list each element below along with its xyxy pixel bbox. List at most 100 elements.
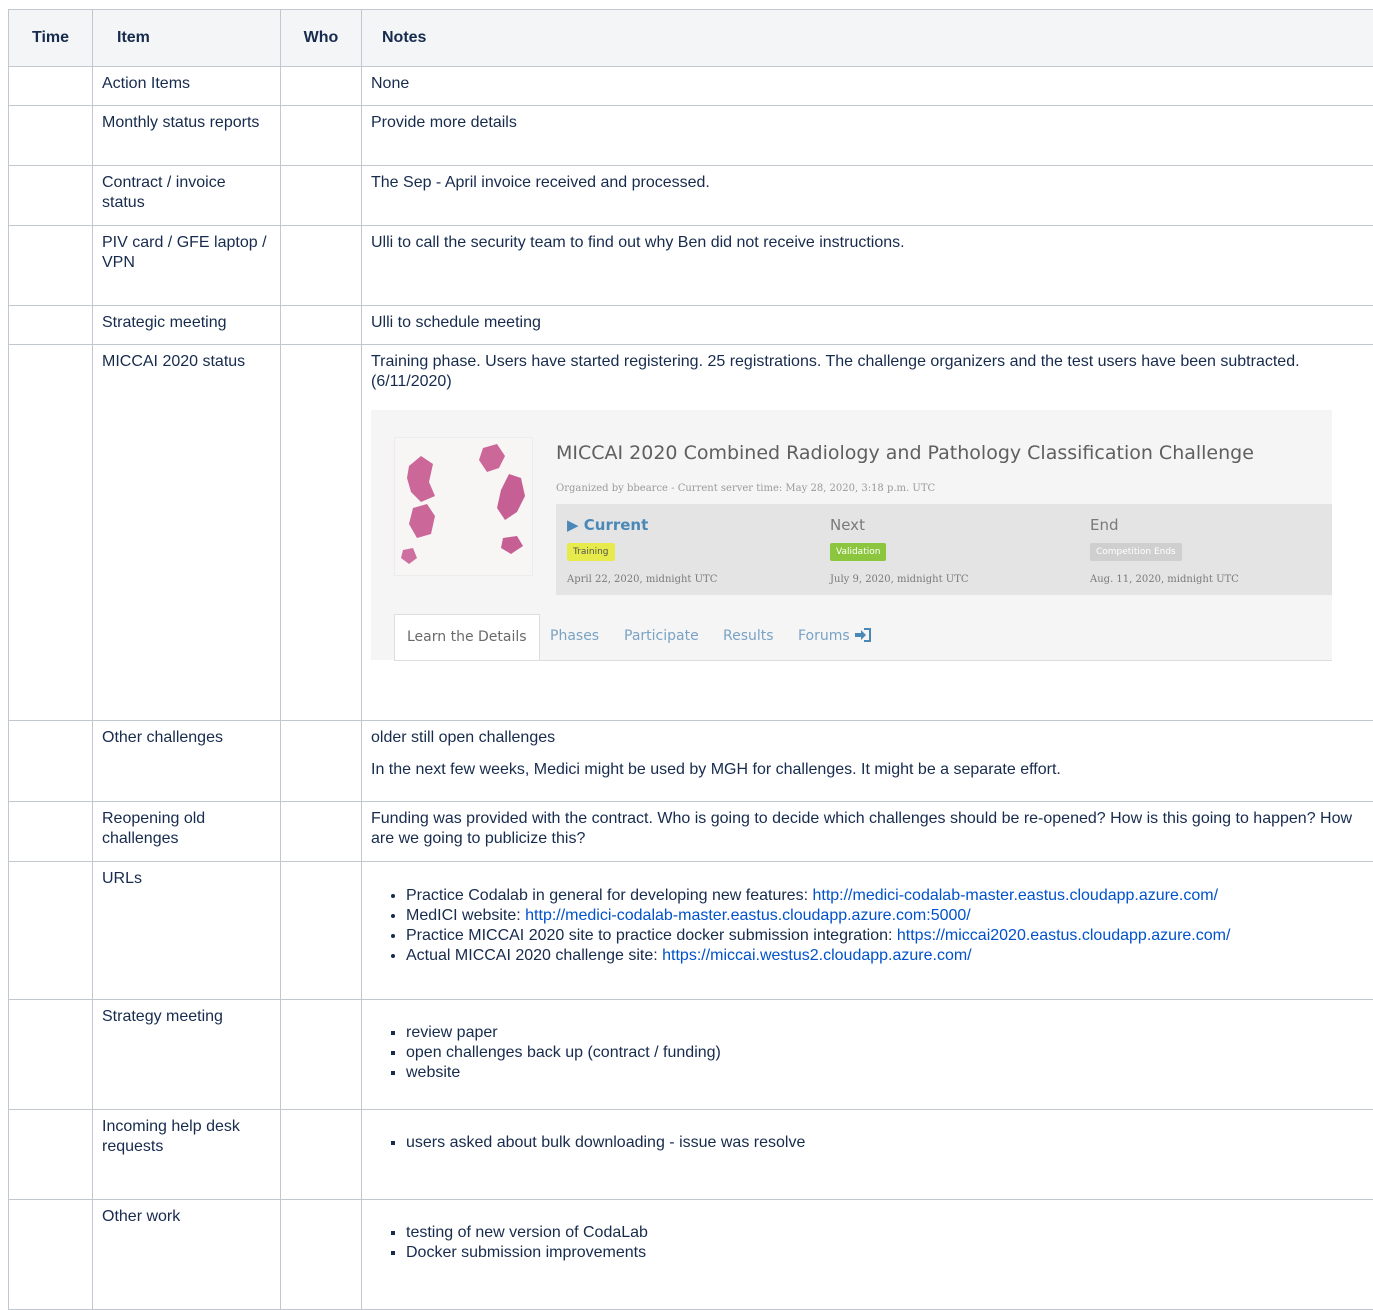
time-cell	[9, 1000, 93, 1110]
table-row: Action Items None	[9, 67, 1373, 106]
challenge-tabs: Learn the Details Phases Participate Res…	[394, 614, 1332, 661]
item-cell: URLs	[93, 862, 281, 1000]
bullet-list: review paper open challenges back up (co…	[371, 1023, 1364, 1083]
phase-badge: Competition Ends	[1090, 543, 1182, 561]
item-cell: PIV card / GFE laptop / VPN	[93, 226, 281, 306]
phase-bar: ▶ Current Training April 22, 2020, midni…	[556, 504, 1332, 595]
note-text: Training phase. Users have started regis…	[371, 352, 1364, 392]
list-item: review paper	[406, 1023, 1364, 1043]
note-text: older still open challenges	[371, 728, 1364, 748]
challenge-screenshot: MICCAI 2020 Combined Radiology and Patho…	[371, 410, 1332, 660]
time-cell	[9, 67, 93, 106]
header-item: Item	[93, 10, 281, 67]
phase-label: ▶ Current	[567, 515, 648, 535]
time-cell	[9, 862, 93, 1000]
item-cell: Other work	[93, 1200, 281, 1310]
who-cell	[281, 721, 362, 802]
who-cell	[281, 1000, 362, 1110]
list-item: open challenges back up (contract / fund…	[406, 1043, 1364, 1063]
table-row: Strategic meeting Ulli to schedule meeti…	[9, 306, 1373, 345]
phase-badge: Training	[567, 543, 615, 561]
table-row: Strategy meeting review paper open chall…	[9, 1000, 1373, 1110]
time-cell	[9, 226, 93, 306]
who-cell	[281, 226, 362, 306]
table-row: MICCAI 2020 status Training phase. Users…	[9, 345, 1373, 721]
tab-results[interactable]: Results	[723, 614, 774, 659]
table-row: PIV card / GFE laptop / VPN Ulli to call…	[9, 226, 1373, 306]
item-cell: MICCAI 2020 status	[93, 345, 281, 721]
who-cell	[281, 106, 362, 166]
notes-cell: review paper open challenges back up (co…	[362, 1000, 1373, 1110]
challenge-logo-image	[394, 437, 533, 576]
list-item: Actual MICCAI 2020 challenge site: https…	[406, 946, 1364, 966]
notes-cell: None	[362, 67, 1373, 106]
note-text: Ulli to call the security team to find o…	[371, 233, 1364, 253]
item-cell: Contract / invoice status	[93, 166, 281, 226]
tab-learn-the-details[interactable]: Learn the Details	[394, 614, 540, 660]
notes-cell: Practice Codalab in general for developi…	[362, 862, 1373, 1000]
table-row: Other work testing of new version of Cod…	[9, 1200, 1373, 1310]
notes-cell: testing of new version of CodaLab Docker…	[362, 1200, 1373, 1310]
list-item: Practice MICCAI 2020 site to practice do…	[406, 926, 1364, 946]
header-time: Time	[9, 10, 93, 67]
actual-miccai-link[interactable]: https://miccai.westus2.cloudapp.azure.co…	[662, 947, 971, 964]
item-cell: Reopening old challenges	[93, 802, 281, 862]
notes-cell: older still open challenges In the next …	[362, 721, 1373, 802]
notes-cell: Provide more details	[362, 106, 1373, 166]
challenge-subtitle: Organized by bbearce - Current server ti…	[556, 479, 935, 499]
table-row: Contract / invoice status The Sep - Apri…	[9, 166, 1373, 226]
practice-miccai-link[interactable]: https://miccai2020.eastus.cloudapp.azure…	[897, 927, 1231, 944]
table-row: Monthly status reports Provide more deta…	[9, 106, 1373, 166]
medici-website-link[interactable]: http://medici-codalab-master.eastus.clou…	[525, 907, 971, 924]
who-cell	[281, 345, 362, 721]
item-cell: Monthly status reports	[93, 106, 281, 166]
who-cell	[281, 306, 362, 345]
notes-cell: The Sep - April invoice received and pro…	[362, 166, 1373, 226]
time-cell	[9, 1110, 93, 1200]
item-cell: Strategic meeting	[93, 306, 281, 345]
link-description: Actual MICCAI 2020 challenge site:	[406, 947, 662, 964]
list-item: testing of new version of CodaLab	[406, 1223, 1364, 1243]
challenge-title: MICCAI 2020 Combined Radiology and Patho…	[556, 443, 1254, 463]
notes-cell: Ulli to call the security team to find o…	[362, 226, 1373, 306]
link-description: Practice Codalab in general for developi…	[406, 887, 812, 904]
url-list: Practice Codalab in general for developi…	[371, 886, 1364, 966]
note-text: None	[371, 74, 1364, 94]
who-cell	[281, 1110, 362, 1200]
time-cell	[9, 721, 93, 802]
who-cell	[281, 67, 362, 106]
phase-label: Next	[830, 515, 865, 535]
who-cell	[281, 862, 362, 1000]
item-cell: Other challenges	[93, 721, 281, 802]
note-text: In the next few weeks, Medici might be u…	[371, 760, 1364, 780]
item-cell: Incoming help desk requests	[93, 1110, 281, 1200]
who-cell	[281, 166, 362, 226]
table-row: Other challenges older still open challe…	[9, 721, 1373, 802]
time-cell	[9, 106, 93, 166]
notes-cell: Funding was provided with the contract. …	[362, 802, 1373, 862]
table-row: URLs Practice Codalab in general for dev…	[9, 862, 1373, 1000]
table-row: Incoming help desk requests users asked …	[9, 1110, 1373, 1200]
who-cell	[281, 1200, 362, 1310]
note-text: Provide more details	[371, 113, 1364, 133]
list-item: Practice Codalab in general for developi…	[406, 886, 1364, 906]
time-cell	[9, 345, 93, 721]
tab-forums-label: Forums	[798, 628, 850, 644]
header-row: Time Item Who Notes	[9, 10, 1373, 67]
item-cell: Action Items	[93, 67, 281, 106]
phase-label: End	[1090, 515, 1119, 535]
list-item: website	[406, 1063, 1364, 1083]
note-text: The Sep - April invoice received and pro…	[371, 173, 1364, 193]
tab-phases[interactable]: Phases	[550, 614, 599, 659]
bullet-list: users asked about bulk downloading - iss…	[371, 1133, 1364, 1153]
agenda-table: Time Item Who Notes Action Items None Mo…	[8, 9, 1373, 1310]
sign-in-icon	[854, 628, 872, 642]
tab-participate[interactable]: Participate	[624, 614, 699, 659]
notes-cell: users asked about bulk downloading - iss…	[362, 1110, 1373, 1200]
bullet-list: testing of new version of CodaLab Docker…	[371, 1223, 1364, 1263]
link-description: Practice MICCAI 2020 site to practice do…	[406, 927, 897, 944]
tab-forums[interactable]: Forums	[798, 614, 872, 659]
practice-codalab-link[interactable]: http://medici-codalab-master.eastus.clou…	[812, 887, 1218, 904]
who-cell	[281, 802, 362, 862]
time-cell	[9, 1200, 93, 1310]
